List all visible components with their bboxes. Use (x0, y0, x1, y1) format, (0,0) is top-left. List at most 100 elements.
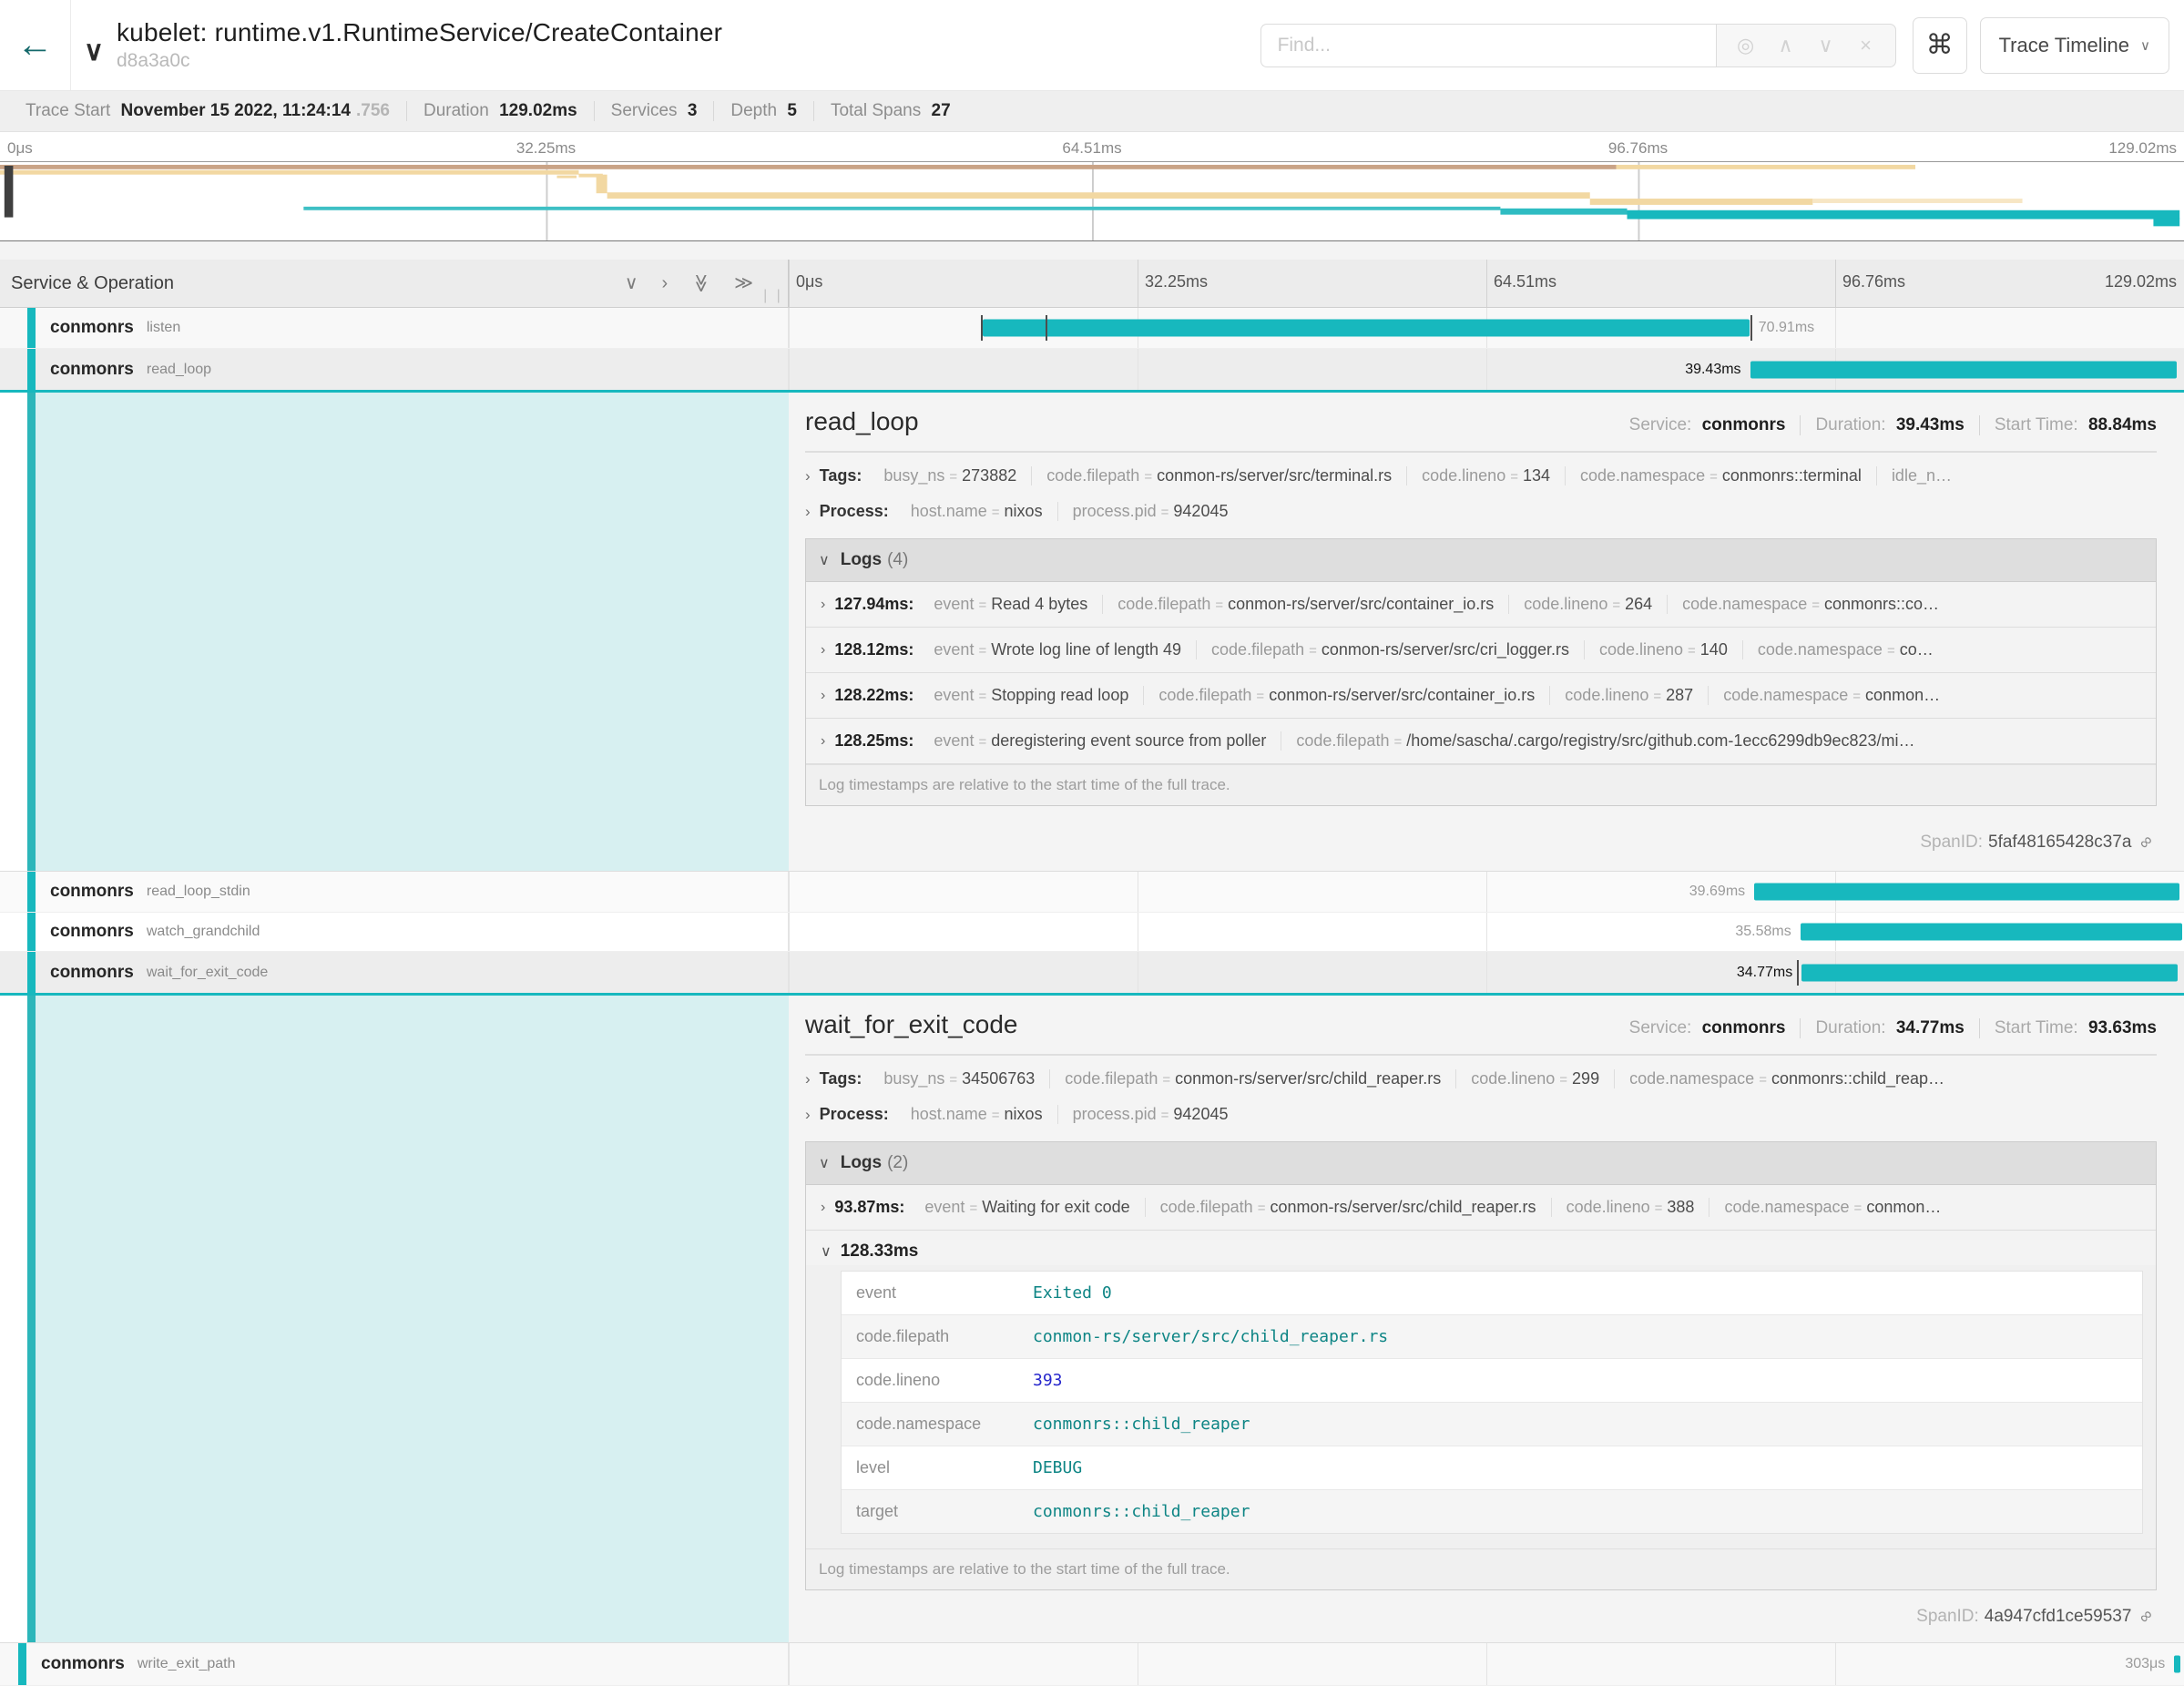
tag-list: event=deregistering event source from po… (919, 731, 1929, 751)
chevron-right-icon: › (805, 1106, 811, 1124)
span-color-bar (27, 872, 36, 912)
back-button[interactable]: ← (0, 0, 71, 90)
tag-item: code.namespace=conmon… (1709, 1198, 1955, 1217)
tag-value: nixos (1005, 1105, 1043, 1123)
span-row-name-column[interactable]: conmonrswatch_grandchild (0, 913, 789, 951)
log-entry-row[interactable]: ›93.87ms:event=Waiting for exit codecode… (806, 1185, 2156, 1231)
axis-tick-label: 32.25ms (1145, 272, 1208, 291)
service-name: conmonrs (50, 318, 134, 338)
span-row-timeline[interactable]: 70.91ms (789, 308, 2184, 348)
tag-value: conmon-rs/server/src/child_reaper.rs (1270, 1198, 1536, 1216)
chevron-down-icon: ∨ (819, 1156, 830, 1171)
span-row-name-column[interactable]: conmonrswait_for_exit_code (0, 952, 789, 993)
span-row-timeline[interactable]: 35.58ms (789, 913, 2184, 951)
span-row-name-column[interactable]: conmonrsread_loop_stdin (0, 872, 789, 912)
span-duration-bar[interactable] (983, 320, 1750, 337)
minimap-canvas[interactable] (0, 162, 2184, 240)
detail-highlight-area (36, 393, 789, 871)
tag-list: host.name=nixosprocess.pid=942045 (896, 1105, 1243, 1124)
log-entry-row[interactable]: ›128.12ms:event=Wrote log line of length… (806, 628, 2156, 673)
top-bar: ← ∨ kubelet: runtime.v1.RuntimeService/C… (0, 0, 2184, 91)
span-row[interactable]: conmonrsread_loop_stdin39.69ms (0, 872, 2184, 913)
tags-row[interactable]: ›Tags:busy_ns=273882code.filepath=conmon… (805, 458, 2157, 494)
tag-value: Wrote log line of length 49 (991, 640, 1181, 659)
trace-view-selector[interactable]: Trace Timeline ∨ (1980, 17, 2169, 74)
find-input[interactable] (1260, 24, 1716, 67)
crosshair-icon[interactable]: ◎ (1726, 34, 1766, 57)
tag-key: busy_ns (883, 1069, 944, 1088)
process-row[interactable]: ›Process:host.name=nixosprocess.pid=9420… (805, 494, 2157, 529)
tag-list: busy_ns=273882code.filepath=conmon-rs/se… (869, 466, 1966, 485)
span-row[interactable]: conmonrswait_for_exit_code34.77ms (0, 952, 2184, 996)
log-timestamp: 128.33ms (841, 1242, 919, 1262)
span-row-name-column[interactable]: conmonrs write_exit_path (0, 1643, 789, 1685)
log-field-value: conmonrs::child_reaper (1024, 1403, 1259, 1446)
collapse-one-icon[interactable]: ∨ (625, 274, 638, 292)
tag-value: 287 (1666, 686, 1693, 704)
tag-value: Waiting for exit code (982, 1198, 1129, 1216)
span-duration-bar[interactable] (2174, 1656, 2180, 1673)
span-row-timeline[interactable]: 34.77ms (789, 952, 2184, 993)
tag-item: host.name=nixos (896, 1105, 1058, 1124)
tag-item: code.filepath=conmon-rs/server/src/conta… (1144, 686, 1550, 705)
span-duration-bar[interactable] (1750, 361, 2178, 378)
deep-link-icon[interactable]: ∞ (2136, 1605, 2158, 1628)
span-duration-bar[interactable] (1754, 884, 2179, 901)
expand-all-icon[interactable]: ≫ (734, 274, 753, 292)
service-name: conmonrs (41, 1654, 125, 1674)
equals-sign: = (1705, 469, 1722, 485)
span-duration-bar[interactable] (1801, 924, 2183, 941)
trace-collapse-toggle[interactable]: ∨ (84, 26, 104, 66)
span-row-timeline[interactable]: 39.69ms (789, 872, 2184, 912)
tag-item: code.filepath=/home/sascha/.cargo/regist… (1281, 731, 1929, 751)
tag-key: host.name (911, 1105, 987, 1123)
span-color-bar (27, 952, 36, 993)
logs-count: (2) (887, 1153, 908, 1172)
log-entry-row[interactable]: ›128.25ms:event=deregistering event sour… (806, 719, 2156, 764)
equals-sign: = (1848, 689, 1865, 704)
equals-sign: = (1648, 689, 1666, 704)
equals-sign: = (1607, 598, 1625, 613)
span-row[interactable]: conmonrslisten70.91ms (0, 308, 2184, 349)
equals-sign: = (1555, 1072, 1572, 1088)
span-row-timeline[interactable]: 303μs (789, 1643, 2184, 1685)
tag-value: 388 (1667, 1198, 1694, 1216)
span-detail-header: read_loopService: conmonrsDuration: 39.4… (805, 407, 2157, 436)
logs-header[interactable]: ∨Logs(2) (806, 1142, 2156, 1185)
span-row[interactable]: conmonrsread_loop39.43ms (0, 349, 2184, 393)
equals-sign: = (1157, 1108, 1174, 1123)
log-entry-row[interactable]: ›128.22ms:event=Stopping read loopcode.f… (806, 673, 2156, 719)
deep-link-icon[interactable]: ∞ (2136, 831, 2158, 853)
span-row[interactable]: conmonrswatch_grandchild35.58ms (0, 913, 2184, 952)
column-resize-grip[interactable]: ❘❘ (760, 287, 786, 303)
tag-key: code.filepath (1158, 686, 1251, 704)
expand-one-icon[interactable]: › (661, 274, 668, 292)
tag-value: nixos (1005, 502, 1043, 520)
span-duration-bar[interactable] (1801, 964, 2178, 981)
process-row[interactable]: ›Process:host.name=nixosprocess.pid=9420… (805, 1097, 2157, 1132)
span-row-name-column[interactable]: conmonrslisten (0, 308, 789, 348)
span-row[interactable]: conmonrs write_exit_path 303μs (0, 1643, 2184, 1686)
log-entry-expanded-header[interactable]: ∨128.33ms (806, 1231, 2156, 1265)
tag-item: code.namespace=conmonrs::co… (1668, 595, 1954, 614)
span-row-timeline[interactable]: 39.43ms (789, 349, 2184, 390)
tag-value: 140 (1700, 640, 1728, 659)
chevron-right-icon: › (805, 467, 811, 485)
timeline-minimap[interactable] (0, 161, 2184, 241)
meta-item: Start Time: 93.63ms (1980, 1018, 2157, 1038)
log-entry-row[interactable]: ›127.94ms:event=Read 4 bytescode.filepat… (806, 582, 2156, 628)
collapse-all-icon[interactable]: ≫ (692, 274, 710, 293)
minimap-scrubber-handle[interactable] (5, 166, 14, 218)
summary-value: November 15 2022, 11:24:14 (121, 101, 351, 120)
next-match-icon[interactable]: ∨ (1806, 34, 1846, 57)
logs-header[interactable]: ∨Logs(4) (806, 539, 2156, 582)
service-operation-title: Service & Operation (11, 273, 174, 294)
keyboard-shortcuts-button[interactable]: ⌘ (1913, 17, 1967, 74)
operation-name: read_loop (147, 362, 211, 378)
prev-match-icon[interactable]: ∧ (1766, 34, 1806, 57)
clear-find-icon[interactable]: × (1846, 34, 1886, 57)
span-row-name-column[interactable]: conmonrsread_loop (0, 349, 789, 390)
operation-name: write_exit_path (138, 1656, 236, 1672)
tags-row[interactable]: ›Tags:busy_ns=34506763code.filepath=conm… (805, 1061, 2157, 1097)
tag-item: code.lineno=299 (1456, 1069, 1615, 1088)
